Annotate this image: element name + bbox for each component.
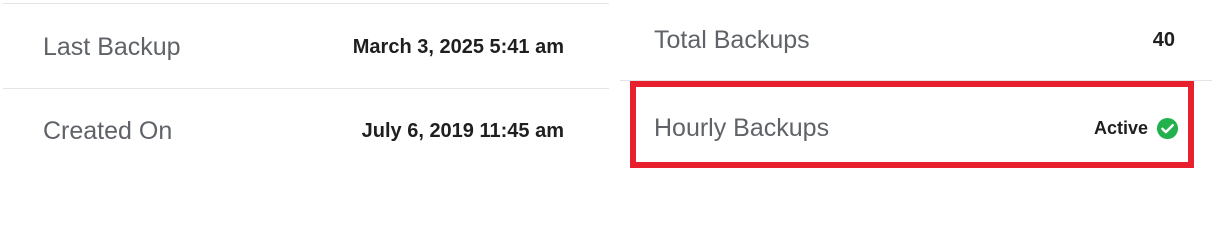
divider-middle-left	[3, 88, 609, 89]
created-on-label: Created On	[43, 116, 173, 145]
divider-top-left	[3, 3, 609, 4]
last-backup-row: Last Backup March 3, 2025 5:41 am	[3, 8, 609, 86]
hourly-backups-highlight-box	[630, 81, 1194, 168]
created-on-row: Created On July 6, 2019 11:45 am	[3, 92, 609, 170]
total-backups-value: 40	[1152, 28, 1175, 51]
backup-info-left-column: Last Backup March 3, 2025 5:41 am Create…	[3, 0, 609, 202]
last-backup-value: March 3, 2025 5:41 am	[352, 35, 564, 58]
backup-details-panel: Last Backup March 3, 2025 5:41 am Create…	[0, 0, 1220, 202]
total-backups-row: Total Backups 40	[620, 2, 1212, 78]
total-backups-label: Total Backups	[654, 25, 810, 54]
last-backup-label: Last Backup	[43, 32, 181, 61]
created-on-value: July 6, 2019 11:45 am	[361, 119, 564, 142]
